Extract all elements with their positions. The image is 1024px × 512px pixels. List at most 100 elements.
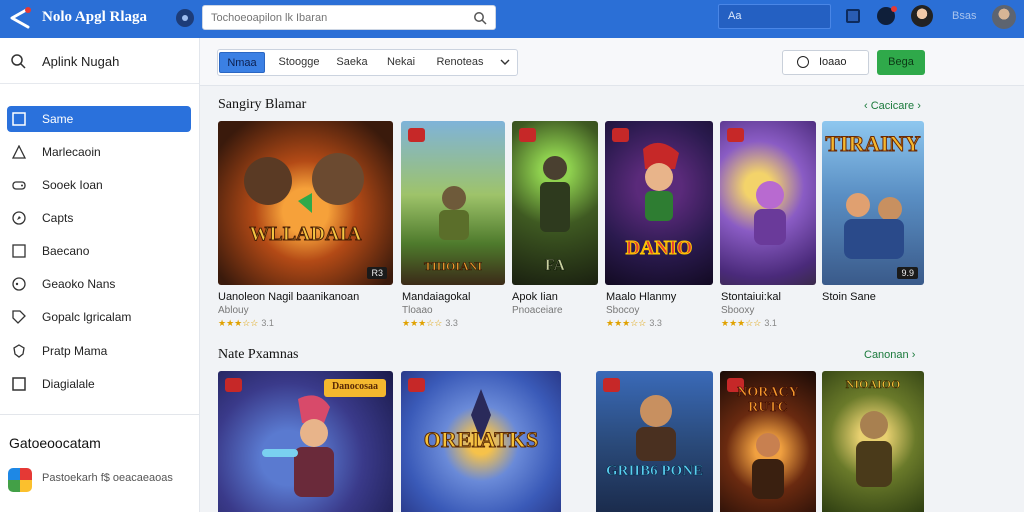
sidebar-item-sooek-ioan[interactable]: Sooek Ioan bbox=[7, 172, 191, 198]
sidebar-search[interactable]: Aplink Nugah bbox=[0, 38, 199, 84]
sidebar-item-label: Capts bbox=[42, 211, 74, 225]
search-input[interactable] bbox=[211, 9, 461, 27]
game-title[interactable]: Apok Iian bbox=[512, 291, 563, 303]
game-logo: GRIIB6 PONE bbox=[605, 463, 704, 480]
game-card[interactable]: NIOAIOO bbox=[822, 371, 924, 512]
sidebar-app-label[interactable]: Pastoekarh f$ oeacaeaoas bbox=[42, 472, 173, 484]
game-title[interactable]: Uanoleon Nagil baanikanoan bbox=[218, 291, 359, 303]
game-title[interactable]: Maalo Hlanmy bbox=[606, 291, 676, 303]
rating-score: 3.3 bbox=[649, 318, 662, 328]
avatar[interactable] bbox=[911, 5, 933, 27]
game-publisher: Tloaao bbox=[402, 305, 433, 316]
app-window: Nolo Apgl Rlaga Aa Bsas Aplink Nugah bbox=[0, 0, 1024, 512]
sidebar-item-label: Sooek Ioan bbox=[42, 178, 103, 192]
top-input-field[interactable]: Aa bbox=[718, 4, 831, 29]
game-card[interactable]: Danocosaa bbox=[218, 371, 393, 512]
globe-icon bbox=[12, 277, 26, 291]
game-card[interactable]: OREIATKS bbox=[401, 371, 561, 512]
sidebar-item-marlecaoin[interactable]: Marlecaoin bbox=[7, 139, 191, 165]
sidebar-item-label: Baecano bbox=[42, 244, 90, 258]
game-publisher: Sbooxy bbox=[721, 305, 755, 316]
game-logo: TIIIOIANI bbox=[423, 259, 483, 274]
sidebar-item-gopalc-lgricalam[interactable]: Gopalc lgricalam bbox=[7, 304, 191, 330]
star-rating: ★★★☆☆ 3.3 bbox=[606, 318, 676, 329]
notification-icon[interactable] bbox=[877, 6, 897, 25]
square-icon bbox=[12, 112, 26, 126]
game-info: Apok Iian Pnoaceiare bbox=[512, 291, 563, 316]
star-rating: ★★★☆☆ 3.1 bbox=[218, 318, 359, 329]
section-see-all-link[interactable]: Canonan › bbox=[864, 349, 915, 361]
character-art bbox=[844, 193, 904, 259]
gamepad-icon[interactable] bbox=[176, 9, 194, 27]
tab-nmaa[interactable]: Nmaa bbox=[219, 52, 265, 73]
sidebar-item-same[interactable]: Same bbox=[7, 106, 191, 132]
profile-avatar[interactable] bbox=[992, 5, 1016, 29]
tab-saeka[interactable]: Saeka bbox=[330, 52, 374, 73]
game-card[interactable]: GRIIB6 PONE bbox=[596, 371, 713, 512]
search-icon[interactable] bbox=[473, 11, 487, 25]
game-title[interactable]: Stontaiui:kal bbox=[721, 291, 781, 303]
sidebar-item-geaoko-nans[interactable]: Geaoko Nans bbox=[7, 271, 191, 297]
sidebar-item-label: Same bbox=[42, 112, 74, 126]
chevron-left-icon: ‹ bbox=[864, 100, 871, 112]
sidebar-item-capts[interactable]: Capts bbox=[7, 205, 191, 231]
tag-icon bbox=[12, 310, 26, 324]
game-card[interactable]: NORACY RUTC bbox=[720, 371, 816, 512]
game-title[interactable]: Mandaiagokal bbox=[402, 291, 471, 303]
rating-score: 3.1 bbox=[261, 318, 274, 328]
app-icon[interactable] bbox=[8, 468, 32, 492]
filter-button[interactable]: Ioaao bbox=[782, 50, 869, 75]
filter-button-label: Ioaao bbox=[819, 56, 847, 68]
back-arrow-logo-icon[interactable] bbox=[8, 6, 32, 30]
game-logo: OREIATKS bbox=[423, 427, 539, 453]
game-info: Stontaiui:kal Sbooxy ★★★☆☆ 3.1 bbox=[721, 291, 781, 329]
game-card[interactable]: FA bbox=[512, 121, 598, 285]
search-icon bbox=[11, 54, 26, 69]
chevron-down-icon[interactable] bbox=[499, 56, 511, 68]
square-toggle-icon[interactable] bbox=[846, 9, 860, 23]
rating-stars: ★★★☆☆ bbox=[721, 318, 762, 328]
sidebar-item-label: Gopalc lgricalam bbox=[42, 310, 132, 324]
character-art bbox=[643, 142, 679, 221]
clock-icon bbox=[797, 56, 809, 68]
game-card[interactable]: WLLADAIA R3 bbox=[218, 121, 393, 285]
tab-nekai[interactable]: Nekai bbox=[381, 52, 421, 73]
sidebar-search-label: Aplink Nugah bbox=[42, 54, 120, 69]
game-info: Maalo Hlanmy Sbocoy ★★★☆☆ 3.3 bbox=[606, 291, 676, 329]
section-see-all-link[interactable]: ‹ Cacicare › bbox=[864, 100, 921, 112]
game-info: Stoin Sane bbox=[822, 291, 876, 303]
tab-bar: Nmaa Stoogge Saeka Nekai Renoteas Ioaao … bbox=[200, 38, 1024, 86]
character-art bbox=[754, 181, 786, 245]
game-publisher: Sbocoy bbox=[606, 305, 640, 316]
game-card[interactable]: TIIIOIANI bbox=[401, 121, 505, 285]
sidebar-item-diagialale[interactable]: Diagialale bbox=[7, 371, 191, 397]
game-publisher: Pnoaceiare bbox=[512, 305, 563, 316]
game-card[interactable]: DANIO bbox=[605, 121, 713, 285]
app-brand-title: Nolo Apgl Rlaga bbox=[42, 9, 148, 25]
game-card[interactable] bbox=[720, 121, 816, 285]
game-logo: DANIO bbox=[625, 237, 693, 260]
game-card[interactable]: TIRAINY 9.9 bbox=[822, 121, 924, 285]
hot-badge-icon bbox=[408, 378, 425, 392]
tab-stoogge[interactable]: Stoogge bbox=[274, 52, 324, 73]
rating-stars: ★★★☆☆ bbox=[606, 318, 647, 328]
user-name[interactable]: Bsas bbox=[952, 10, 976, 22]
game-info: Mandaiagokal Tloaao ★★★☆☆ 3.3 bbox=[402, 291, 471, 329]
section-title: Nate Pxamnas bbox=[218, 347, 299, 362]
sidebar-item-label: Diagialale bbox=[42, 377, 95, 391]
primary-action-button[interactable]: Bega bbox=[877, 50, 925, 75]
box-icon bbox=[12, 244, 26, 258]
tab-renoteas[interactable]: Renoteas bbox=[430, 52, 490, 73]
chevron-right-icon: › bbox=[914, 100, 921, 112]
hot-badge-icon bbox=[727, 128, 744, 142]
sidebar-item-baecano[interactable]: Baecano bbox=[7, 238, 191, 264]
sidebar-item-pratp-mama[interactable]: Pratp Mama bbox=[7, 338, 191, 364]
game-title[interactable]: Stoin Sane bbox=[822, 291, 876, 303]
character-art bbox=[752, 433, 784, 499]
game-logo: WLLADAIA bbox=[249, 223, 362, 246]
chevron-right-icon: › bbox=[908, 349, 916, 361]
star-rating: ★★★☆☆ 3.3 bbox=[402, 318, 471, 329]
search-bar[interactable] bbox=[202, 5, 496, 30]
sidebar-item-label: Geaoko Nans bbox=[42, 277, 116, 291]
character-art bbox=[262, 395, 334, 497]
